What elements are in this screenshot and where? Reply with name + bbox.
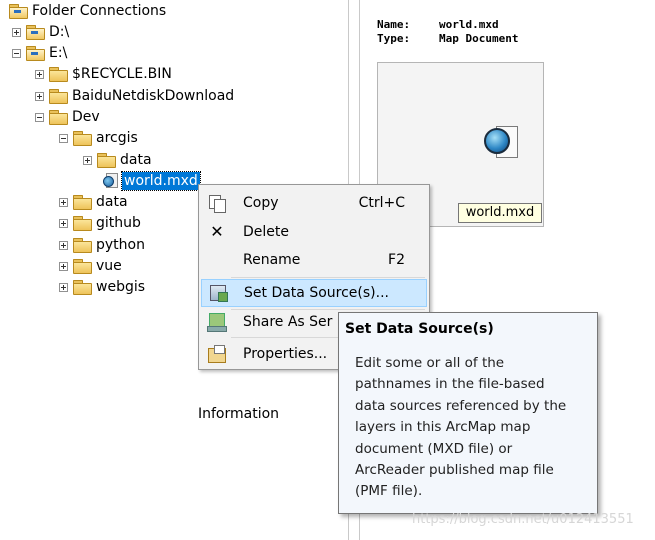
expand-icon[interactable]	[59, 218, 68, 228]
information-label: Information	[198, 406, 280, 422]
expand-icon[interactable]	[35, 69, 44, 79]
expand-icon[interactable]	[83, 155, 92, 165]
tree-item-label: D:\	[49, 24, 70, 40]
tree-item-label: E:\	[49, 45, 68, 61]
tree-item-label: data	[96, 194, 128, 210]
map-document-icon	[103, 173, 119, 189]
thumbnail-label: world.mxd	[458, 203, 542, 223]
name-value: world.mxd	[439, 18, 499, 31]
folder-icon	[73, 195, 92, 210]
tree-item-label: python	[96, 237, 145, 253]
menu-item-copy[interactable]: Copy Ctrl+C	[201, 189, 427, 217]
type-value: Map Document	[439, 32, 519, 45]
collapse-icon[interactable]	[12, 48, 21, 58]
drive-icon	[26, 25, 45, 40]
folder-icon	[97, 153, 116, 168]
collapse-icon[interactable]	[35, 112, 44, 122]
data-source-icon	[206, 283, 230, 303]
tree-item-github[interactable]: github	[59, 213, 141, 233]
tree-item-label: webgis	[96, 279, 146, 295]
tree-item-data[interactable]: data	[59, 192, 128, 212]
folder-icon	[49, 67, 68, 82]
folder-icon	[49, 89, 68, 104]
copy-icon	[205, 193, 229, 213]
share-icon	[205, 312, 229, 332]
expand-icon[interactable]	[59, 197, 68, 207]
tree-item-label: vue	[96, 258, 122, 274]
properties-icon	[205, 344, 229, 364]
tree-item-label: data	[120, 152, 152, 168]
folder-icon	[73, 131, 92, 146]
menu-item-delete[interactable]: ✕ Delete	[201, 218, 427, 246]
tree-item-recycle-bin[interactable]: $RECYCLE.BIN	[35, 64, 172, 84]
tree-item-label: world.mxd	[121, 171, 201, 191]
menu-item-label: Copy	[243, 195, 279, 211]
expand-icon[interactable]	[59, 240, 68, 250]
tree-item-arcgis[interactable]: arcgis	[59, 128, 138, 148]
folder-icon	[73, 280, 92, 295]
menu-item-shortcut: F2	[388, 252, 405, 268]
tree-item-label: arcgis	[96, 130, 138, 146]
tree-root-label: Folder Connections	[32, 3, 167, 19]
expand-icon[interactable]	[12, 27, 21, 37]
folder-icon	[73, 216, 92, 231]
name-row: Name: world.mxd	[377, 18, 518, 32]
name-key: Name:	[377, 18, 411, 31]
tree-item-d-drive[interactable]: D:\	[12, 22, 69, 42]
tree-item-dev[interactable]: Dev	[35, 107, 100, 127]
tooltip-body: Edit some or all of the pathnames in the…	[355, 355, 567, 500]
tree-item-e-drive[interactable]: E:\	[12, 43, 67, 63]
menu-separator	[231, 277, 425, 278]
type-key: Type:	[377, 32, 411, 45]
blank-icon	[205, 250, 229, 270]
tree-item-label: github	[96, 215, 141, 231]
menu-item-label: Rename	[243, 252, 301, 268]
tree-item-label: BaiduNetdiskDownload	[72, 88, 235, 104]
tooltip-title: Set Data Source(s)	[345, 321, 494, 337]
tree-item-label: $RECYCLE.BIN	[72, 66, 172, 82]
tree-item-world-mxd[interactable]: world.mxd	[103, 171, 201, 191]
collapse-icon[interactable]	[59, 133, 68, 143]
folder-icon	[49, 110, 68, 125]
tree-item-webgis[interactable]: webgis	[59, 277, 145, 297]
tree-item-label: Dev	[72, 109, 100, 125]
menu-item-shortcut: Ctrl+C	[358, 195, 405, 211]
tree-item-baidu[interactable]: BaiduNetdiskDownload	[35, 86, 234, 106]
tree-item-vue[interactable]: vue	[59, 256, 122, 276]
menu-item-set-data-source[interactable]: Set Data Source(s)...	[201, 279, 427, 307]
map-document-large-icon	[484, 124, 520, 160]
folder-connections-icon	[9, 4, 28, 19]
menu-item-label: Delete	[243, 224, 289, 240]
delete-icon: ✕	[210, 222, 224, 241]
tooltip: Set Data Source(s) Edit some or all of t…	[338, 312, 598, 514]
type-row: Type: Map Document	[377, 32, 518, 46]
tree-item-arcgis-data[interactable]: data	[83, 150, 152, 170]
item-metadata: Name: world.mxd Type: Map Document	[377, 18, 518, 46]
tree-item-python[interactable]: python	[59, 235, 145, 255]
expand-icon[interactable]	[59, 282, 68, 292]
watermark: https://blog.csdn.net/u012413551	[412, 512, 634, 527]
drive-icon	[26, 46, 45, 61]
menu-item-label: Set Data Source(s)...	[244, 285, 389, 301]
expand-icon[interactable]	[35, 91, 44, 101]
tree-root[interactable]: Folder Connections	[9, 1, 166, 21]
menu-item-rename[interactable]: Rename F2	[201, 246, 427, 274]
expand-icon[interactable]	[59, 261, 68, 271]
folder-icon	[73, 238, 92, 253]
folder-icon	[73, 259, 92, 274]
